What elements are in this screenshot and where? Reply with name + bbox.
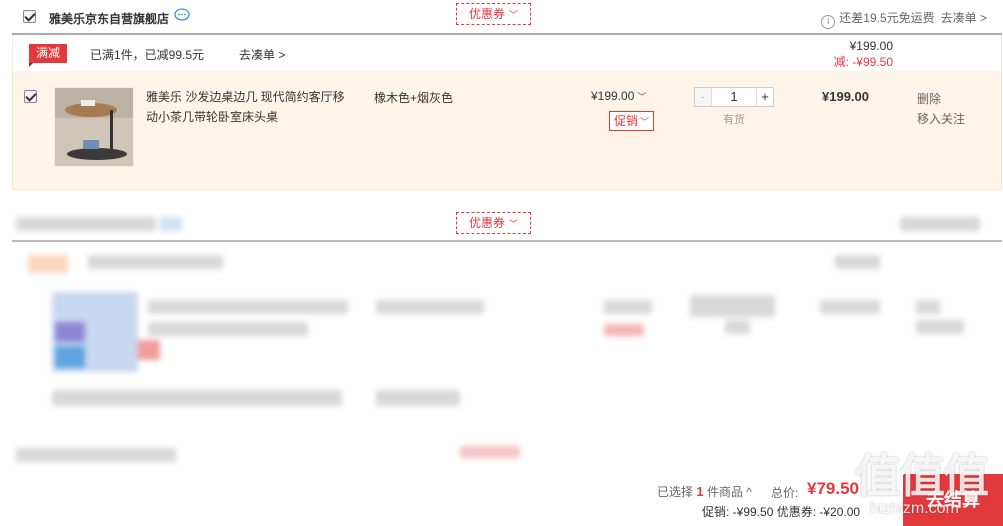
product-image[interactable] (54, 87, 134, 167)
chevron-down-icon: ﹀ (509, 10, 519, 20)
chevron-down-icon: ﹀ (637, 92, 647, 102)
shipping-text: 还差19.5元免运费 (839, 11, 935, 25)
original-total: ¥199.00 (849, 39, 893, 53)
promotion-text: 已满1件，已减99.5元 (90, 48, 205, 62)
chevron-down-icon: ﹀ (640, 117, 650, 127)
chat-icon[interactable] (174, 8, 190, 22)
discount-amount: 减: -¥99.50 (833, 55, 893, 69)
promotion-select[interactable]: 促销 ﹀ (609, 111, 655, 131)
product-spec: 橡木色+烟灰色 (374, 91, 454, 105)
increase-button[interactable]: + (756, 88, 773, 106)
total-label: 总价: (771, 486, 799, 500)
info-icon: i (821, 15, 836, 29)
total-amount: ¥79.50 (807, 479, 859, 498)
quantity-stepper: - 1 + (694, 87, 774, 107)
promotion-add-items-link[interactable]: 去凑单 > (239, 46, 285, 63)
shop-select-checkbox[interactable] (23, 10, 36, 23)
checkout-bar: 已选择 1 件商品 ^ 总价: ¥79.50 促销: -¥99.50 优惠券: … (0, 474, 1003, 526)
shop-name[interactable]: 雅美乐京东自营旗舰店 (49, 10, 169, 27)
second-shop-coupon-button[interactable]: 优惠券 ﹀ (456, 212, 532, 234)
item-select-checkbox[interactable] (24, 90, 37, 103)
decrease-button[interactable]: - (695, 88, 712, 106)
watermark-url: hizhizm.com (870, 500, 959, 517)
shop-coupon-button[interactable]: 优惠券 ﹀ (456, 3, 532, 25)
promotion-summary: ¥199.00 减: -¥99.50 (803, 39, 893, 70)
item-subtotal: ¥199.00 (822, 89, 869, 104)
item-actions: 删除 移入关注 (917, 89, 965, 129)
coupon-label: 优惠券 (469, 7, 506, 21)
chevron-down-icon: ﹀ (509, 219, 519, 229)
shop-header: 雅美乐京东自营旗舰店 优惠券 ﹀ i 还差19.5元免运费 去凑单 > (0, 0, 1003, 33)
selected-count[interactable]: 已选择 1 件商品 ^ (657, 483, 752, 500)
delete-link[interactable]: 删除 (917, 89, 965, 109)
cart-item: 雅美乐 沙发边桌边几 现代简约客厅移动小茶几带轮卧室床头桌 橡木色+烟灰色 ¥1… (12, 71, 1002, 190)
unit-price[interactable]: ¥199.00 ﹀ (591, 89, 646, 103)
promotion-row: 满减 已满1件，已减99.5元 去凑单 > ¥199.00 减: -¥99.50 (12, 35, 1002, 71)
chevron-up-icon: ^ (746, 485, 752, 499)
stock-status: 有货 (723, 114, 745, 126)
second-shop-divider (12, 240, 1002, 242)
product-title[interactable]: 雅美乐 沙发边桌边几 现代简约客厅移动小茶几带轮卧室床头桌 (146, 87, 356, 127)
quantity-input[interactable]: 1 (713, 88, 755, 106)
watermark-logo: 值值值 (855, 450, 989, 502)
discount-detail: 促销: -¥99.50 优惠券: -¥20.00 (702, 505, 861, 519)
blurred-region (0, 200, 1003, 506)
add-items-link[interactable]: 去凑单 > (941, 11, 987, 25)
coupon-label: 优惠券 (469, 216, 506, 230)
promotion-tag: 满减 (29, 44, 68, 67)
move-to-follow-link[interactable]: 移入关注 (917, 109, 965, 129)
free-shipping-info: i 还差19.5元免运费 去凑单 > (821, 9, 987, 29)
